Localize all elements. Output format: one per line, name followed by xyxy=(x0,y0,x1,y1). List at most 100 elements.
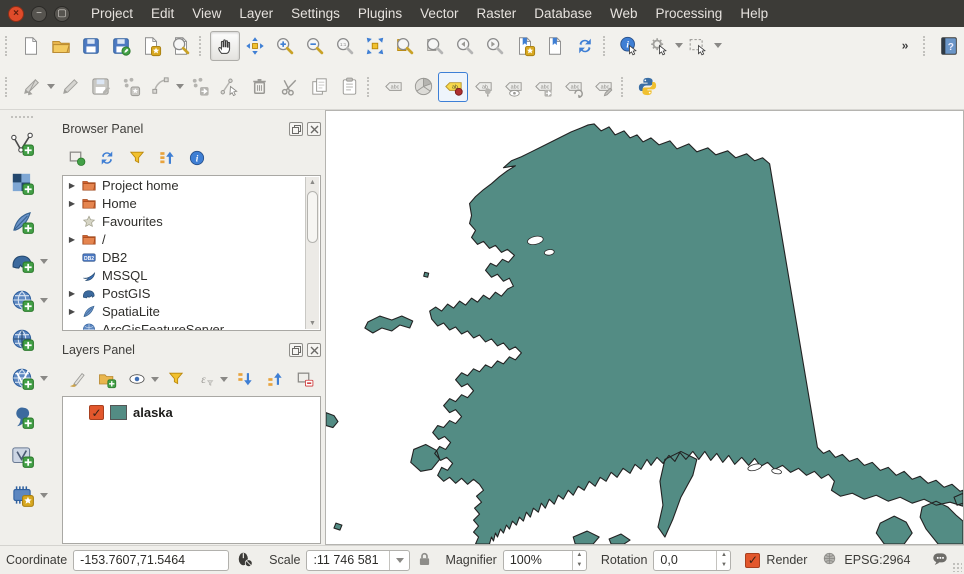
new-bookmark-button[interactable] xyxy=(510,31,540,61)
browser-item-arcgisfeatureserver[interactable]: ArcGisFeatureServer xyxy=(63,320,320,331)
browser-item-project-home[interactable]: ▶Project home xyxy=(63,176,320,194)
rotation-down-icon[interactable]: ▼ xyxy=(717,560,730,570)
mouse-position-toggle-icon[interactable] xyxy=(235,549,255,572)
browser-panel-float-button[interactable] xyxy=(289,122,303,136)
new-project-button[interactable] xyxy=(16,31,46,61)
manage-map-themes-button[interactable] xyxy=(124,366,150,392)
toolbar-handle[interactable] xyxy=(5,36,13,56)
filter-legend-button[interactable] xyxy=(163,366,189,392)
expand-icon[interactable]: ▶ xyxy=(67,181,77,190)
show-bookmarks-button[interactable] xyxy=(540,31,570,61)
menu-view[interactable]: View xyxy=(183,0,230,27)
menu-database[interactable]: Database xyxy=(525,0,601,27)
refresh-browser-button[interactable] xyxy=(94,145,120,171)
menu-plugins[interactable]: Plugins xyxy=(349,0,411,27)
layers-panel-float-button[interactable] xyxy=(289,343,303,357)
rotation-spinbox[interactable]: 0,0 ▲▼ xyxy=(653,550,731,571)
save-layer-edits-button[interactable] xyxy=(85,72,115,102)
filter-by-expression-button-dropdown-icon[interactable] xyxy=(220,377,228,382)
remove-layer-button[interactable] xyxy=(292,366,318,392)
filter-browser-button[interactable] xyxy=(124,145,150,171)
window-minimize-button[interactable]: − xyxy=(31,6,47,22)
identify-features-button[interactable]: i xyxy=(614,31,644,61)
toolbar-handle[interactable] xyxy=(199,36,207,56)
add-wms-layer-button[interactable] xyxy=(5,283,39,317)
paste-features-button[interactable] xyxy=(334,72,364,102)
rotate-label-button[interactable]: abc xyxy=(558,72,588,102)
menu-processing[interactable]: Processing xyxy=(647,0,732,27)
add-raster-layer-button[interactable] xyxy=(5,166,39,200)
toggle-editing-button[interactable] xyxy=(55,72,85,102)
scale-lock-icon[interactable] xyxy=(416,550,433,571)
zoom-to-selection-button[interactable] xyxy=(420,31,450,61)
zoom-last-button[interactable] xyxy=(450,31,480,61)
menu-layer[interactable]: Layer xyxy=(230,0,282,27)
menu-edit[interactable]: Edit xyxy=(142,0,183,27)
window-maximize-button[interactable]: ▢ xyxy=(54,6,70,22)
browser-item--[interactable]: ▶/ xyxy=(63,230,320,248)
scrollbar-thumb[interactable] xyxy=(307,191,318,243)
copy-features-button[interactable] xyxy=(304,72,334,102)
add-group-button[interactable] xyxy=(94,366,120,392)
browser-scrollbar[interactable]: ▲ ▼ xyxy=(305,177,319,329)
move-label-button[interactable]: abc xyxy=(528,72,558,102)
rotation-up-icon[interactable]: ▲ xyxy=(717,551,730,561)
crs-globe-icon[interactable] xyxy=(821,550,838,570)
toolbar-handle[interactable] xyxy=(5,77,13,97)
messages-icon[interactable] xyxy=(930,550,950,571)
scroll-down-icon[interactable]: ▼ xyxy=(306,320,319,327)
highlight-pinned-labels-button[interactable]: abc xyxy=(498,72,528,102)
save-project-as-button[interactable] xyxy=(106,31,136,61)
cut-features-button[interactable] xyxy=(274,72,304,102)
pin-labels-button[interactable]: ab xyxy=(468,72,498,102)
browser-item-postgis[interactable]: ▶PostGIS xyxy=(63,284,320,302)
open-project-button[interactable] xyxy=(46,31,76,61)
layer-labeling-button[interactable]: ab xyxy=(438,72,468,102)
new-print-layout-button[interactable] xyxy=(136,31,166,61)
resize-grip[interactable] xyxy=(952,562,962,572)
zoom-out-button[interactable] xyxy=(300,31,330,61)
expand-all-button[interactable] xyxy=(232,366,258,392)
manage-map-themes-button-dropdown-icon[interactable] xyxy=(151,377,159,382)
layer-visibility-checkbox[interactable]: ✓ xyxy=(89,405,104,420)
toolbar-overflow-button[interactable]: » xyxy=(890,31,920,61)
browser-panel-close-button[interactable] xyxy=(307,122,321,136)
new-shapefile-layer-button[interactable] xyxy=(5,439,39,473)
zoom-next-button[interactable] xyxy=(480,31,510,61)
add-selected-layers-button[interactable] xyxy=(64,145,90,171)
show-layout-manager-button[interactable] xyxy=(166,31,196,61)
change-label-button[interactable]: abc xyxy=(588,72,618,102)
render-checkbox[interactable]: ✓ xyxy=(745,553,760,568)
map-canvas[interactable] xyxy=(325,110,964,545)
expand-icon[interactable]: ▶ xyxy=(67,289,77,298)
scale-combo[interactable]: :11 746 581 xyxy=(306,550,410,571)
add-wfs-layer-button-dropdown-icon[interactable] xyxy=(40,376,48,381)
zoom-in-button[interactable] xyxy=(270,31,300,61)
zoom-full-button[interactable] xyxy=(360,31,390,61)
toolbar-grip[interactable] xyxy=(11,116,33,122)
menu-help[interactable]: Help xyxy=(731,0,777,27)
select-features-button-dropdown-icon[interactable] xyxy=(714,43,722,48)
zoom-native-button[interactable]: 1:1 xyxy=(330,31,360,61)
add-postgis-layer-button[interactable] xyxy=(5,244,39,278)
save-project-button[interactable] xyxy=(76,31,106,61)
menu-web[interactable]: Web xyxy=(601,0,647,27)
expand-icon[interactable]: ▶ xyxy=(67,199,77,208)
add-wms-layer-button-dropdown-icon[interactable] xyxy=(40,298,48,303)
new-geopackage-layer-button[interactable] xyxy=(5,478,39,512)
add-wcs-layer-button[interactable] xyxy=(5,322,39,356)
add-postgis-layer-button-dropdown-icon[interactable] xyxy=(40,259,48,264)
new-geopackage-layer-button-dropdown-icon[interactable] xyxy=(40,493,48,498)
refresh-map-button[interactable] xyxy=(570,31,600,61)
scale-dropdown-icon[interactable] xyxy=(389,551,409,570)
add-spatialite-layer-button[interactable] xyxy=(5,205,39,239)
menu-settings[interactable]: Settings xyxy=(282,0,349,27)
current-edits-button-dropdown-icon[interactable] xyxy=(47,84,55,89)
python-console-button[interactable] xyxy=(632,72,662,102)
toolbar-handle[interactable] xyxy=(923,36,931,56)
window-close-button[interactable]: × xyxy=(8,6,24,22)
magnifier-down-icon[interactable]: ▼ xyxy=(573,560,586,570)
zoom-to-layer-button[interactable] xyxy=(390,31,420,61)
label-options-button[interactable]: abc xyxy=(378,72,408,102)
scroll-up-icon[interactable]: ▲ xyxy=(306,179,319,186)
